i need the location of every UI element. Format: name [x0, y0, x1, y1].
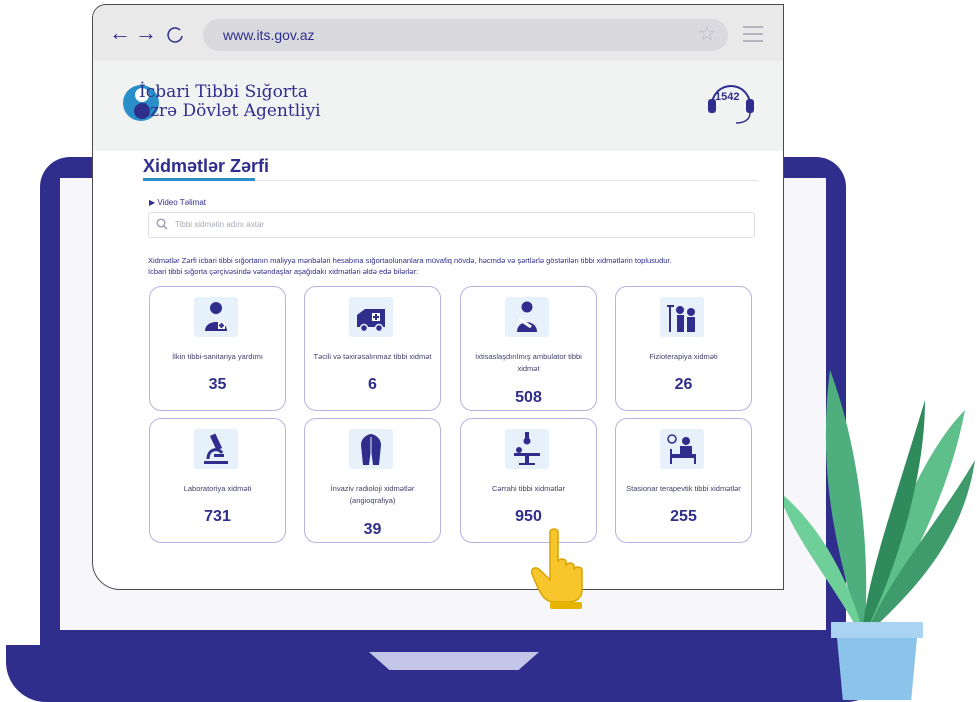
ambulance-icon — [349, 297, 393, 337]
card-label: Fizioterapiya xidməti — [649, 352, 718, 361]
plant-illustration — [777, 370, 975, 700]
card-label: İxtisaslaşdırılmış ambulator tibbi xidmə… — [475, 352, 582, 373]
card-label: İnvaziv radioloji xidmətlər (angioqrafiy… — [330, 484, 415, 505]
browser-window: ← → www.its.gov.az ☆ İcbari Tibbi Sığort… — [92, 4, 784, 590]
play-icon: ▶ — [149, 198, 156, 207]
description-line-1: Xidmətlər Zərfi icbari tibbi sığortanın … — [148, 256, 672, 265]
reload-icon[interactable] — [166, 25, 184, 43]
patient-icon — [505, 297, 549, 337]
card-count: 6 — [368, 376, 377, 393]
angiography-icon — [349, 429, 393, 469]
card-label: Stasionar terapevtik tibbi xidmətlər — [626, 484, 741, 493]
url-text: www.its.gov.az — [223, 27, 315, 43]
search-placeholder: Tibbi xidmətin adını axtar — [175, 220, 265, 229]
back-button[interactable]: ← — [109, 21, 131, 45]
service-card[interactable]: İlkin tibbi-sanitariya yardımı 35 — [149, 286, 286, 411]
laptop-hinge — [369, 652, 539, 670]
video-tutorial-label: Video Təlimat — [157, 198, 207, 207]
card-label: Cərrahi tibbi xidmətlər — [492, 484, 565, 493]
service-card[interactable]: İnvaziv radioloji xidmətlər (angioqrafiy… — [304, 418, 441, 543]
pointing-hand-icon — [530, 528, 583, 609]
forward-button[interactable]: → — [135, 21, 157, 45]
bookmark-star-icon[interactable]: ☆ — [698, 21, 716, 46]
hospital-bed-icon — [660, 429, 704, 469]
card-label: Təcili və təxirəsalınmaz tibbi xidmət — [313, 352, 432, 361]
agency-name-line2: üzrə Dövlət Agentliyi — [139, 101, 321, 121]
card-count: 731 — [204, 508, 231, 525]
address-bar[interactable]: www.its.gov.az ☆ — [203, 19, 728, 51]
browser-toolbar: ← → www.its.gov.az ☆ — [93, 5, 783, 61]
card-label: İlkin tibbi-sanitariya yardımı — [172, 352, 263, 361]
card-label: Laboratoriya xidməti — [183, 484, 252, 493]
service-card[interactable]: Stasionar terapevtik tibbi xidmətlər 255 — [615, 418, 752, 543]
service-card[interactable]: Fizioterapiya xidməti 26 — [615, 286, 752, 411]
hotline-number: 1542 — [715, 91, 740, 103]
video-tutorial-link[interactable]: ▶ Video Təlimat — [149, 198, 206, 207]
description-line-2: İcbari tibbi sığorta çərçivəsində vətənd… — [148, 267, 419, 276]
service-card[interactable]: Laboratoriya xidməti 731 — [149, 418, 286, 543]
agency-name-line1: İcbari Tibbi Sığorta — [139, 82, 308, 102]
card-count: 26 — [674, 376, 693, 393]
card-count: 950 — [515, 508, 542, 525]
page-title: Xidmətlər Zərfi — [143, 156, 270, 176]
card-count: 39 — [363, 521, 382, 538]
service-card[interactable]: İxtisaslaşdırılmış ambulator tibbi xidmə… — [460, 286, 597, 411]
title-underline — [143, 178, 255, 181]
microscope-icon — [194, 429, 238, 469]
agency-name[interactable]: İcbari Tibbi Sığorta üzrə Dövlət Agentli… — [139, 83, 321, 121]
physiotherapy-icon — [660, 297, 704, 337]
service-card[interactable]: Təcili və təxirəsalınmaz tibbi xidmət 6 — [304, 286, 441, 411]
services-description: Xidmətlər Zərfi icbari tibbi sığortanın … — [148, 255, 768, 277]
card-count: 508 — [515, 389, 542, 406]
site-header: İcbari Tibbi Sığorta üzrə Dövlət Agentli… — [93, 61, 783, 151]
service-search-input[interactable]: Tibbi xidmətin adını axtar — [148, 212, 755, 238]
card-count: 35 — [208, 376, 227, 393]
hamburger-menu-icon[interactable] — [743, 26, 763, 47]
service-card[interactable]: Cərrahi tibbi xidmətlər 950 — [460, 418, 597, 543]
search-icon — [156, 218, 168, 230]
card-count: 255 — [670, 508, 697, 525]
doctor-icon — [194, 297, 238, 337]
surgery-icon — [505, 429, 549, 469]
